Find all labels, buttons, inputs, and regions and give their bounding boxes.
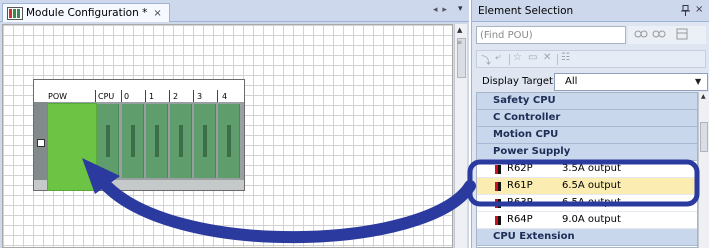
slot-label-2: 2 — [173, 92, 179, 101]
list-item-selected[interactable]: R61P 6.5A output — [477, 178, 697, 195]
slot-2[interactable] — [169, 104, 192, 178]
power-supply-module[interactable] — [47, 103, 97, 191]
module-icon — [495, 199, 501, 208]
display-target-label: Display Target: — [482, 76, 557, 87]
module-description: 9.0A output — [562, 214, 621, 225]
canvas-vertical-scrollbar[interactable]: ▲ ≡ — [454, 24, 467, 248]
element-selection-pane: Element Selection × ⤵ ⤶ ☆ ▭ ✕ ☷ Disp — [471, 0, 709, 248]
category-label: Power Supply — [493, 146, 571, 157]
pin-icon[interactable] — [681, 5, 690, 19]
slot-latch — [155, 125, 159, 157]
collapse-icon[interactable]: ⤵ — [481, 52, 491, 67]
close-icon[interactable]: × — [695, 4, 703, 15]
tab-close-icon[interactable]: × — [153, 8, 161, 19]
list-vertical-scrollbar[interactable]: ▲ — [698, 92, 709, 248]
category-row[interactable]: Safety CPU — [477, 93, 697, 110]
display-target-row: Display Target: All ▼ — [476, 72, 708, 92]
module-icon — [495, 182, 501, 191]
configuration-canvas[interactable]: POW CPU 0 1 2 3 4 — [2, 24, 453, 248]
module-model: R62P — [507, 163, 533, 174]
find-pou-input[interactable] — [476, 26, 626, 44]
element-selection-title: Element Selection — [478, 5, 574, 17]
tab-module-configuration[interactable]: Module Configuration * × — [2, 3, 170, 22]
category-label: C Controller — [493, 112, 561, 123]
module-configuration-icon — [7, 6, 23, 20]
module-icon — [495, 216, 501, 225]
find-pou-row — [476, 26, 706, 44]
slot-label-4: 4 — [222, 92, 228, 101]
slot-latch — [179, 125, 183, 157]
scroll-thumb[interactable] — [700, 122, 708, 152]
list-item[interactable]: R64P 9.0A output — [477, 212, 697, 229]
module-configuration-pane: Module Configuration * × ◂ ▸ ▾ POW CPU 0… — [0, 0, 469, 248]
module-model: R64P — [507, 214, 533, 225]
slot-divider — [217, 90, 218, 102]
slot-label-pow: POW — [48, 92, 68, 101]
module-model: R63P — [507, 197, 533, 208]
category-label: Safety CPU — [493, 95, 556, 106]
chevron-down-icon: ▼ — [695, 77, 702, 86]
scroll-up-icon[interactable]: ▲ — [701, 93, 706, 100]
list-view-icon[interactable]: ☷ — [561, 52, 570, 63]
toolbar-separator — [557, 54, 558, 65]
tab-list-menu-icon[interactable]: ▾ — [458, 4, 463, 14]
display-target-value: All — [565, 76, 578, 87]
slot-4[interactable] — [217, 104, 240, 178]
element-selection-header: Element Selection × — [472, 0, 709, 22]
rack-end-cap — [34, 102, 48, 180]
category-row[interactable]: CPU Extension — [477, 229, 697, 246]
slot-latch — [106, 125, 110, 157]
slot-divider — [193, 90, 194, 102]
category-row[interactable]: Power Supply — [477, 144, 697, 161]
slot-divider — [95, 90, 96, 102]
slot-latch — [203, 125, 207, 157]
slot-latch — [131, 125, 135, 157]
slot-label-3: 3 — [197, 92, 203, 101]
element-toolbar: ⤵ ⤶ ☆ ▭ ✕ ☷ — [476, 50, 706, 68]
slot-1[interactable] — [145, 104, 168, 178]
module-icon — [495, 165, 501, 174]
category-label: Motion CPU — [493, 129, 559, 140]
slot-divider — [121, 90, 122, 102]
slot-cpu[interactable] — [96, 104, 119, 178]
list-item[interactable]: R62P 3.5A output — [477, 161, 697, 178]
expand-icon[interactable]: ⤶ — [495, 52, 501, 63]
slot-latch — [227, 125, 231, 157]
slot-label-cpu: CPU — [98, 92, 115, 101]
scroll-up-icon[interactable]: ▲ — [457, 26, 462, 34]
slot-divider — [145, 90, 146, 102]
tab-scroll-arrows-icon[interactable]: ◂ ▸ — [433, 5, 448, 15]
category-label: CPU Extension — [493, 231, 575, 242]
find-options-icon[interactable] — [676, 28, 688, 43]
module-description: 6.5A output — [562, 180, 621, 191]
category-row[interactable]: C Controller — [477, 110, 697, 127]
toolbar-separator — [509, 54, 510, 65]
extension-connector — [37, 139, 45, 147]
tab-label: Module Configuration * — [26, 7, 148, 19]
find-previous-icon[interactable] — [652, 28, 666, 43]
slot-label-0: 0 — [124, 92, 130, 101]
display-target-select[interactable]: All ▼ — [554, 73, 708, 91]
favorite-star-icon[interactable]: ☆ — [513, 52, 522, 63]
scroll-grip-icon: ≡ — [457, 39, 463, 46]
find-buttons — [628, 26, 706, 44]
module-description: 6.5A output — [562, 197, 621, 208]
slot-0[interactable] — [121, 104, 144, 178]
module-model: R61P — [507, 180, 533, 191]
find-next-icon[interactable] — [634, 28, 648, 43]
document-tab-strip: Module Configuration * × ◂ ▸ ▾ — [0, 0, 469, 22]
list-item[interactable]: R63P 6.5A output — [477, 195, 697, 212]
category-row[interactable]: Motion CPU — [477, 127, 697, 144]
slot-label-row: POW CPU 0 1 2 3 4 — [34, 80, 244, 102]
module-description: 3.5A output — [562, 163, 621, 174]
delete-icon[interactable]: ✕ — [543, 52, 551, 63]
slot-divider — [169, 90, 170, 102]
slot-label-1: 1 — [149, 92, 155, 101]
folder-icon[interactable]: ▭ — [528, 52, 537, 63]
slot-3[interactable] — [193, 104, 216, 178]
element-list[interactable]: Safety CPU C Controller Motion CPU Power Su… — [476, 92, 698, 248]
